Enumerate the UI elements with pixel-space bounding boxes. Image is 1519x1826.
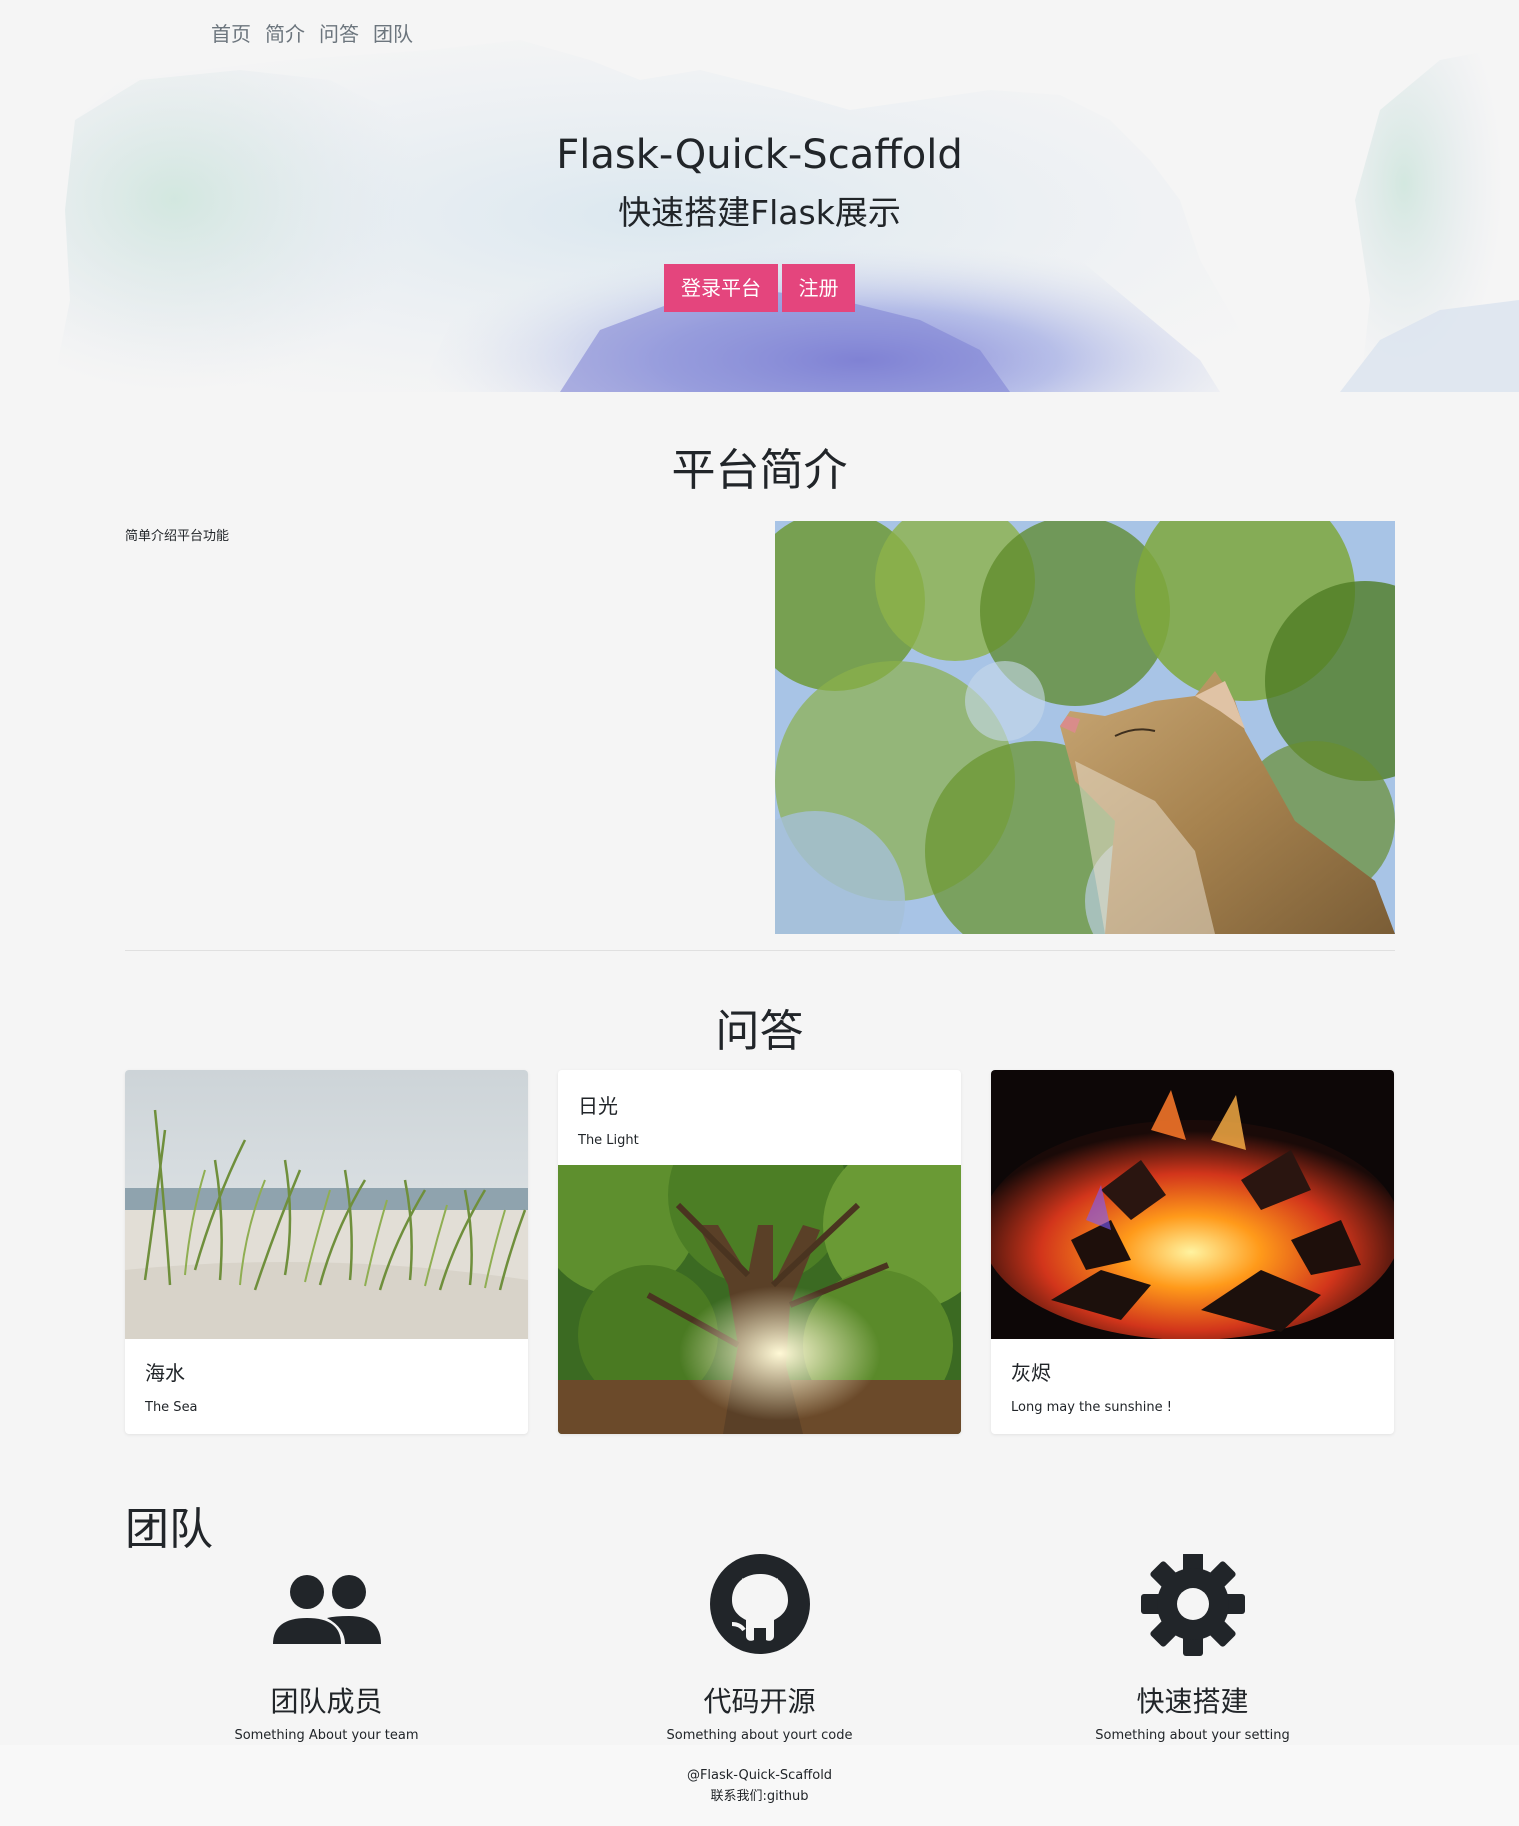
sea-grass-image <box>125 1070 528 1339</box>
fire-embers-image <box>991 1070 1394 1339</box>
section-divider <box>125 950 1395 951</box>
card-text: Long may the sunshine ! <box>1011 1400 1172 1415</box>
nav-item-team[interactable]: 团队 <box>373 18 413 47</box>
hero-banner: 首页 简介 问答 团队 Flask-Quick-Scaffold 快速搭建Fla… <box>0 0 1519 392</box>
feature-text: Something about yourt code <box>666 1728 853 1743</box>
feature-heading: 代码开源 <box>703 1685 816 1718</box>
team-title: 团队 <box>125 1504 213 1555</box>
hero-buttons: 登录平台 注册 <box>0 264 1519 312</box>
card-heading: 灰烬 <box>1011 1361 1051 1385</box>
card-text: The Light <box>578 1133 639 1148</box>
login-button[interactable]: 登录平台 <box>664 264 778 312</box>
hero-title: Flask-Quick-Scaffold <box>556 132 963 178</box>
nav-item-home[interactable]: 首页 <box>211 18 251 47</box>
feature-heading: 快速搭建 <box>1136 1685 1249 1718</box>
qa-card-light[interactable]: 日光 The Light <box>558 1070 961 1434</box>
gear-icon <box>1140 1554 1245 1656</box>
hero-subtitle: 快速搭建Flask展示 <box>618 193 901 232</box>
cat-photo <box>775 521 1395 934</box>
card-heading: 海水 <box>145 1361 185 1385</box>
qa-card-embers[interactable]: 灰烬 Long may the sunshine ! <box>991 1070 1394 1434</box>
card-body: 日光 The Light <box>558 1070 961 1165</box>
tree-image <box>558 1165 961 1434</box>
register-button[interactable]: 注册 <box>782 264 855 312</box>
people-icon <box>272 1575 381 1644</box>
qa-card-sea[interactable]: 海水 The Sea <box>125 1070 528 1434</box>
card-heading: 日光 <box>578 1094 618 1118</box>
footer-contact-link[interactable]: 联系我们:github <box>0 1786 1519 1807</box>
footer: @Flask-Quick-Scaffold 联系我们:github <box>0 1745 1519 1826</box>
intro-text: 简单介绍平台功能 <box>125 529 230 544</box>
feature-team-members: 团队成员 Something About your team <box>125 1554 528 1743</box>
nav-item-intro[interactable]: 简介 <box>265 18 305 47</box>
card-body: 海水 The Sea <box>125 1339 528 1433</box>
feature-heading: 团队成员 <box>270 1685 383 1718</box>
footer-copyright: @Flask-Quick-Scaffold <box>686 1768 833 1783</box>
github-icon[interactable] <box>704 1554 816 1658</box>
card-body: 灰烬 Long may the sunshine ! <box>991 1339 1394 1433</box>
card-text: The Sea <box>145 1400 198 1415</box>
feature-quick-setup: 快速搭建 Something about your setting <box>991 1554 1394 1743</box>
feature-text: Something about your setting <box>1095 1728 1290 1743</box>
feature-text: Something About your team <box>234 1728 419 1743</box>
top-nav: 首页 简介 问答 团队 <box>211 18 413 47</box>
intro-title: 平台简介 <box>671 445 848 496</box>
cat-photo-illustration <box>775 521 1395 934</box>
nav-item-qa[interactable]: 问答 <box>319 18 359 47</box>
feature-open-source: 代码开源 Something about yourt code <box>558 1554 961 1743</box>
qa-title: 问答 <box>715 1006 804 1057</box>
